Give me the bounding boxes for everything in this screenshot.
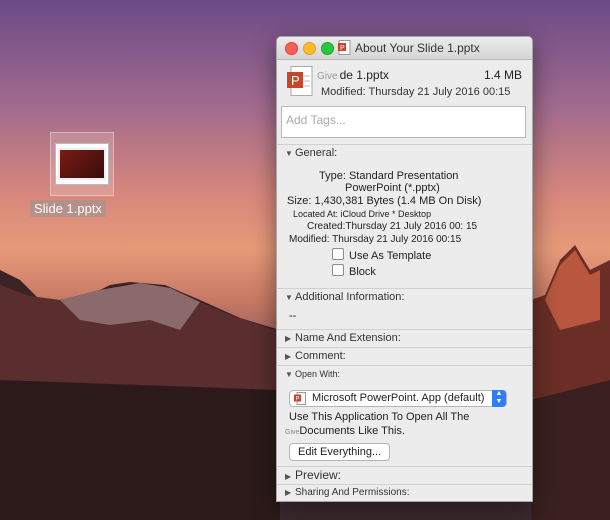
title-bar[interactable]: P About Your Slide 1.pptx xyxy=(277,37,532,60)
get-info-window: P About Your Slide 1.pptx P Give de 1.ppt… xyxy=(276,36,533,502)
svg-text:P: P xyxy=(296,397,300,403)
triangle-down-icon: ▼ xyxy=(285,370,293,379)
open-with-app-select[interactable]: P Microsoft PowerPoint. App (default) ▲ ▼ xyxy=(289,390,507,407)
window-title: About Your Slide 1.pptx xyxy=(355,41,480,55)
sharing-section: ▶ Sharing And Permissions: xyxy=(277,484,532,501)
svg-text:P: P xyxy=(291,73,300,88)
triangle-down-icon: ▼ xyxy=(285,149,293,158)
open-with-description-2: GiveDocuments Like This. xyxy=(285,425,405,437)
name-extension-disclosure[interactable]: ▶ Name And Extension: xyxy=(277,330,532,347)
preview-disclosure[interactable]: ▶ Preview: xyxy=(277,467,532,485)
file-name: Give de 1.pptx xyxy=(317,68,389,82)
close-button[interactable] xyxy=(285,42,298,55)
checkbox-icon xyxy=(332,248,344,260)
created-value: Created:Thursday 21 July 2016 00: 15 xyxy=(307,221,478,232)
additional-info-value: -- xyxy=(289,310,297,322)
general-section: ▼ General: Type: Standard Presentation Po… xyxy=(277,144,532,285)
file-modified-date: Modified: Thursday 21 July 2016 00:15 xyxy=(321,86,511,98)
powerpoint-file-icon: P xyxy=(338,40,351,55)
triangle-right-icon: ▶ xyxy=(285,334,292,343)
select-stepper-icon: ▲ ▼ xyxy=(492,390,506,407)
zoom-button[interactable] xyxy=(321,42,334,55)
size-value: Size: 1,430,381 Bytes (1.4 MB On Disk) xyxy=(287,195,482,207)
sharing-disclosure[interactable]: ▶ Sharing And Permissions: xyxy=(277,485,532,501)
triangle-right-icon: ▶ xyxy=(285,352,292,361)
modified-value: Modified: Thursday 21 July 2016 00:15 xyxy=(289,234,462,245)
triangle-right-icon: ▶ xyxy=(285,472,292,481)
kind-value: Type: Standard Presentation xyxy=(319,170,459,182)
open-with-disclosure[interactable]: ▼ Open With: xyxy=(277,366,532,383)
general-disclosure[interactable]: ▼ General: xyxy=(277,145,532,162)
additional-info-disclosure[interactable]: ▼ Additional Information: xyxy=(277,289,532,306)
block-checkbox[interactable]: Block xyxy=(332,264,376,278)
pptx-thumbnail-icon xyxy=(50,132,114,196)
powerpoint-document-icon: P xyxy=(287,66,313,96)
comment-disclosure[interactable]: ▶ Comment: xyxy=(277,348,532,365)
location-value: Located At: iCloud Drive * Desktop xyxy=(293,209,432,219)
additional-info-section: ▼ Additional Information: -- xyxy=(277,288,532,327)
file-size: 1.4 MB xyxy=(483,68,522,82)
minimize-button[interactable] xyxy=(303,42,316,55)
triangle-down-icon: ▼ xyxy=(285,293,293,302)
open-with-section: ▼ Open With: P Microsoft PowerPoint. App … xyxy=(277,365,532,464)
powerpoint-app-icon: P xyxy=(294,392,306,405)
checkbox-icon xyxy=(332,264,344,276)
open-with-description: Use This Application To Open All The xyxy=(289,411,470,423)
desktop-file-label: Slide 1.pptx xyxy=(30,200,106,217)
name-extension-section: ▶ Name And Extension: xyxy=(277,329,532,347)
tags-input[interactable]: Add Tags... xyxy=(281,106,526,138)
use-as-template-checkbox[interactable]: Use As Template xyxy=(332,248,431,262)
change-all-button[interactable]: Edit Everything... xyxy=(289,443,391,461)
preview-section: ▶ Preview: xyxy=(277,466,532,484)
svg-text:P: P xyxy=(340,45,345,52)
comment-section: ▶ Comment: xyxy=(277,347,532,365)
triangle-right-icon: ▶ xyxy=(285,488,292,497)
kind-value-2: PowerPoint (*.pptx) xyxy=(345,182,440,194)
